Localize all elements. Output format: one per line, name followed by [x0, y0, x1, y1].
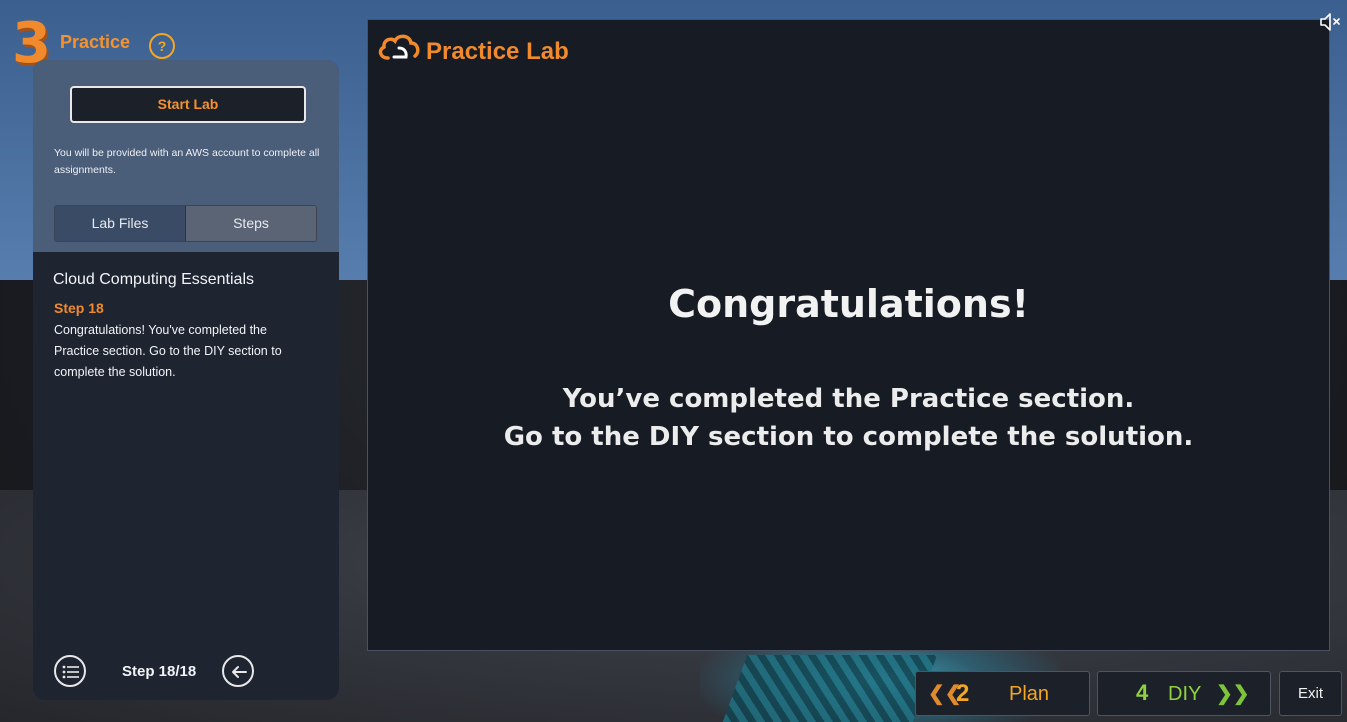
background-structure — [722, 655, 938, 722]
exit-button[interactable]: Exit — [1279, 671, 1342, 716]
mute-icon[interactable] — [1318, 10, 1342, 34]
back-arrow-icon[interactable] — [222, 655, 254, 687]
start-lab-button[interactable]: Start Lab — [70, 86, 306, 123]
section-title: Practice — [60, 32, 131, 52]
cloud-logo-icon — [374, 28, 424, 72]
practice-lab-panel: Practice Lab Congratulations! You’ve com… — [367, 19, 1330, 651]
steps-panel: Start Lab You will be provided with an A… — [33, 60, 339, 700]
step-text: Congratulations! You've completed the Pr… — [54, 323, 282, 379]
tab-lab-files[interactable]: Lab Files — [55, 206, 186, 241]
double-chevron-right-icon: ❯❯ — [1216, 683, 1250, 705]
steps-panel-header: Start Lab You will be provided with an A… — [33, 60, 339, 252]
tab-steps[interactable]: Steps — [186, 206, 316, 241]
completion-message: You’ve completed the Practice section. — [562, 384, 1135, 414]
prev-section-number: 2 — [956, 680, 970, 707]
account-note: You will be provided with an AWS account… — [54, 147, 320, 176]
prev-section-button[interactable]: ❮❮ 2 Plan — [915, 671, 1090, 716]
list-icon[interactable] — [54, 655, 86, 687]
next-section-button[interactable]: 4 DIY ❯❯ — [1097, 671, 1271, 716]
panel-tabs: Lab Files Steps — [54, 205, 317, 242]
help-icon[interactable]: ? — [149, 33, 175, 59]
step-label: Step 18 — [54, 300, 104, 316]
next-step-message: Go to the DIY section to complete the so… — [503, 422, 1194, 452]
congrats-heading: Congratulations! — [668, 282, 1029, 326]
next-section-label: DIY — [1168, 683, 1202, 705]
prev-section-label: Plan — [1009, 683, 1050, 705]
next-section-number: 4 — [1136, 680, 1149, 705]
course-title: Cloud Computing Essentials — [53, 271, 254, 288]
lab-title: Practice Lab — [426, 38, 569, 65]
step-counter: Step 18/18 — [122, 663, 197, 680]
